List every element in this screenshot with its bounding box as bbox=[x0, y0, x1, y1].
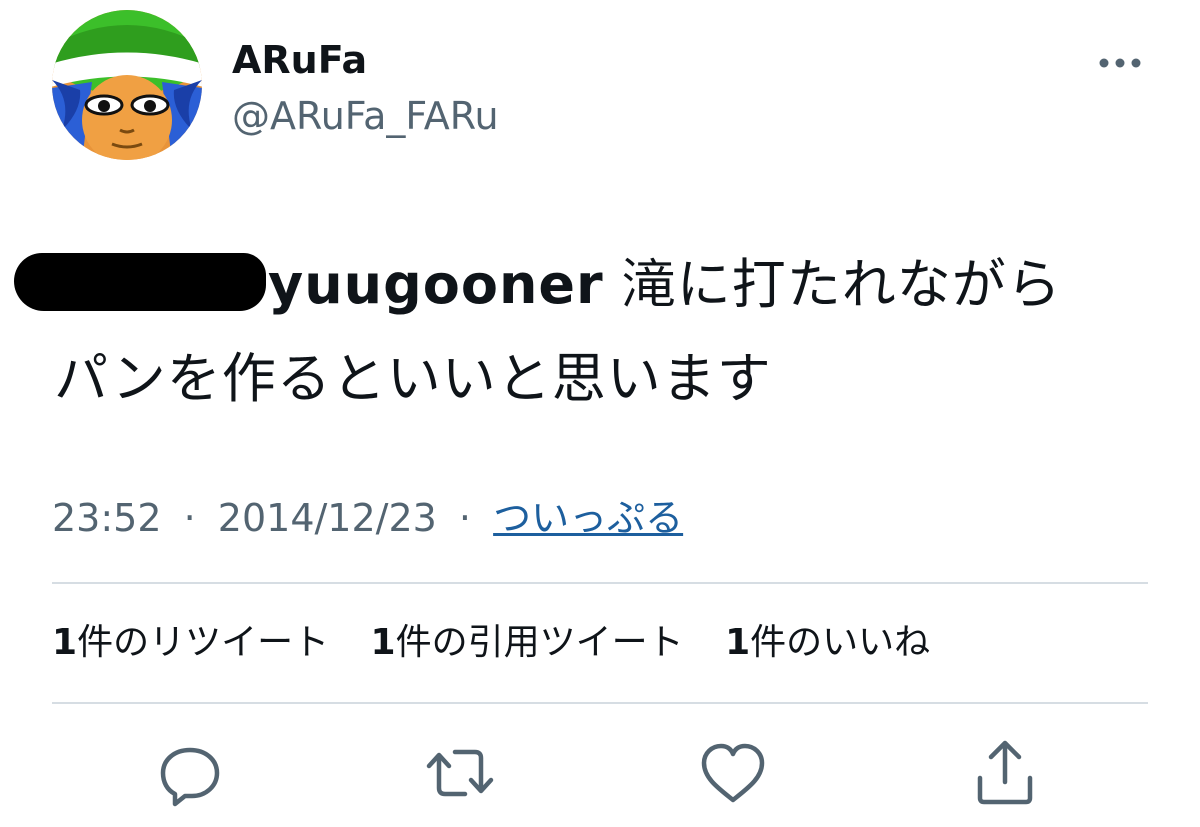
divider bbox=[52, 702, 1148, 704]
quote-count-number: 1 bbox=[370, 622, 396, 663]
more-menu-button[interactable] bbox=[1090, 48, 1150, 78]
tweet-date[interactable]: 2014/12/23 bbox=[218, 496, 437, 540]
quote-count[interactable]: 1件の引用ツイート bbox=[371, 618, 684, 668]
tweet-text-line-2: パンを作るといいと思います bbox=[54, 347, 772, 410]
divider bbox=[52, 582, 1148, 584]
like-icon bbox=[701, 743, 765, 803]
share-button[interactable] bbox=[970, 738, 1040, 808]
reply-icon bbox=[160, 747, 220, 807]
redaction-mark bbox=[14, 253, 266, 311]
tweet-stats: 1件のリツイート 1件の引用ツイート 1件のいいね bbox=[52, 618, 960, 668]
quote-count-label: 件の引用ツイート bbox=[395, 622, 684, 663]
tweet-text: yuugooner 滝に打たれながら パンを作るといいと思います bbox=[14, 238, 1164, 426]
meta-separator: · bbox=[183, 496, 196, 540]
tweet-text-part: 滝に打たれながら bbox=[603, 253, 1062, 316]
display-name[interactable]: ARuFa bbox=[232, 38, 367, 82]
tweet-text-line-1: yuugooner 滝に打たれながら bbox=[14, 238, 1164, 332]
action-bar bbox=[0, 738, 1200, 808]
share-icon bbox=[977, 740, 1033, 805]
avatar[interactable] bbox=[52, 10, 202, 160]
retweet-count[interactable]: 1件のリツイート bbox=[52, 618, 329, 668]
retweet-count-number: 1 bbox=[52, 622, 78, 663]
source-link[interactable]: ついっぷる bbox=[493, 496, 683, 540]
retweet-button[interactable] bbox=[425, 738, 495, 808]
meta-separator: · bbox=[458, 496, 472, 540]
like-count-label: 件のいいね bbox=[750, 622, 931, 663]
reply-button[interactable] bbox=[155, 738, 225, 808]
mention-link[interactable]: yuugooner bbox=[268, 253, 604, 316]
avatar-illustration-icon bbox=[52, 10, 202, 160]
retweet-count-label: 件のリツイート bbox=[77, 622, 330, 663]
like-count[interactable]: 1件のいいね bbox=[725, 618, 930, 668]
like-button[interactable] bbox=[698, 738, 768, 808]
like-count-number: 1 bbox=[725, 622, 751, 663]
retweet-icon bbox=[426, 749, 494, 797]
tweet-time[interactable]: 23:52 bbox=[52, 496, 162, 540]
more-horizontal-icon bbox=[1099, 58, 1141, 68]
tweet-meta: 23:52 · 2014/12/23 · ついっぷる bbox=[52, 493, 683, 543]
user-handle[interactable]: @ARuFa_FARu bbox=[232, 94, 499, 138]
